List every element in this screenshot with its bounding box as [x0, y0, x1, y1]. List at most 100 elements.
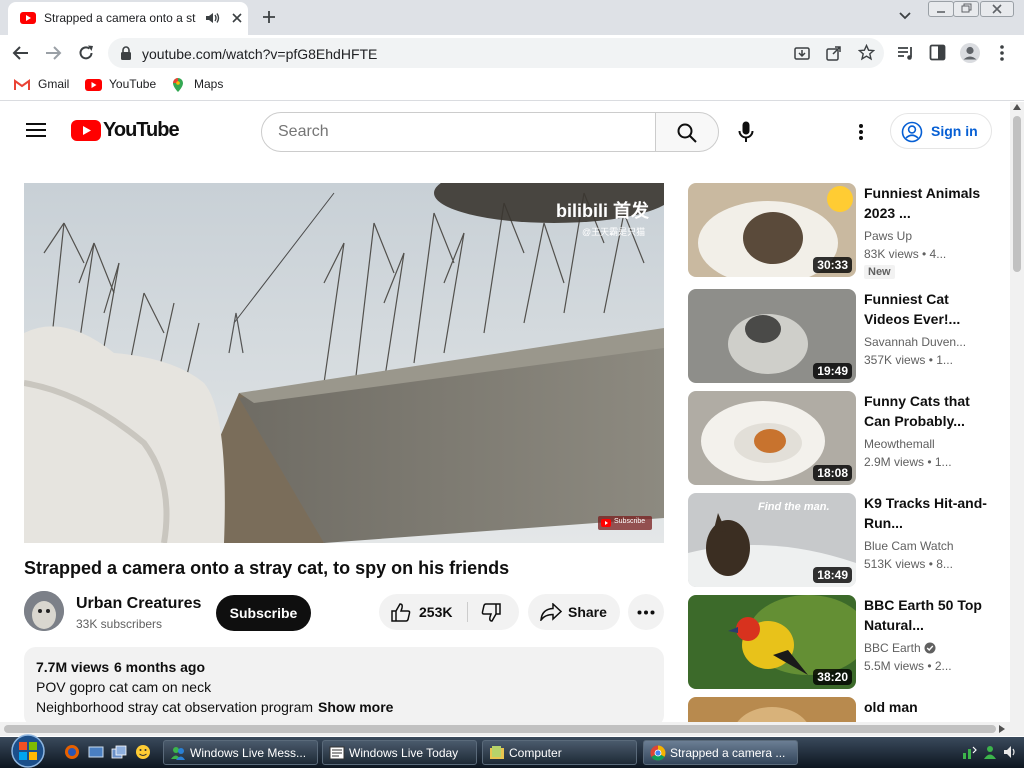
vertical-scroll-thumb[interactable]	[1013, 116, 1021, 272]
switch-windows-icon[interactable]	[111, 744, 127, 760]
recommendation-item[interactable]: 19:49 Funniest Cat Videos Ever!... Savan…	[688, 289, 1008, 383]
messenger-emoticon-icon[interactable]	[135, 744, 151, 760]
duration-badge: 18:49	[813, 567, 852, 583]
lock-icon[interactable]	[120, 46, 132, 60]
audio-playing-icon[interactable]	[206, 12, 220, 24]
close-window-button[interactable]	[980, 1, 1014, 17]
bookmark-youtube[interactable]: YouTube	[109, 77, 156, 91]
profile-avatar-icon[interactable]	[959, 42, 981, 64]
back-arrow-icon[interactable]	[12, 44, 30, 62]
recommendation-item[interactable]: old man	[688, 697, 1008, 722]
install-app-icon[interactable]	[794, 45, 810, 61]
hamburger-menu-icon[interactable]	[26, 122, 46, 138]
recommendation-item[interactable]: Find the man. 18:49 K9 Tracks Hit-and-Ru…	[688, 493, 1008, 587]
new-tab-icon[interactable]	[261, 9, 277, 25]
search-box[interactable]	[261, 112, 656, 152]
vertical-scrollbar[interactable]	[1010, 102, 1024, 736]
youtube-logo-icon	[71, 120, 101, 141]
recommendation-title[interactable]: K9 Tracks Hit-and-Run...	[864, 493, 994, 533]
scroll-up-arrow-icon[interactable]	[1013, 104, 1021, 112]
more-actions-button[interactable]	[628, 594, 664, 630]
recommendation-channel[interactable]: Savannah Duven...	[864, 335, 1004, 349]
like-count: 253K	[419, 604, 453, 620]
taskbar-label: Windows Live Mess...	[190, 746, 307, 760]
subscribe-button[interactable]: Subscribe	[216, 595, 311, 631]
recommendation-thumbnail[interactable]: 30:33	[688, 183, 856, 277]
duration-badge: 18:08	[813, 465, 852, 481]
chrome-menu-icon[interactable]	[999, 44, 1005, 62]
channel-avatar[interactable]	[24, 591, 64, 631]
restore-window-button[interactable]	[953, 1, 979, 17]
recommendation-item[interactable]: 38:20 BBC Earth 50 Top Natural... BBC Ea…	[688, 595, 1008, 689]
address-bar[interactable]: youtube.com/watch?v=pfG8EhdHFTE	[108, 38, 884, 68]
volume-tray-icon[interactable]	[1002, 744, 1018, 760]
recommendation-thumbnail[interactable]: 18:08	[688, 391, 856, 485]
firefox-icon[interactable]	[64, 744, 80, 760]
sign-in-button[interactable]: Sign in	[890, 113, 992, 149]
show-more-link[interactable]: Show more	[318, 699, 393, 715]
recommendation-title[interactable]: Funny Cats that Can Probably...	[864, 391, 994, 431]
dislike-button[interactable]	[469, 594, 519, 630]
tab-close-icon[interactable]	[230, 11, 244, 25]
taskbar-item-messenger[interactable]: Windows Live Mess...	[163, 740, 318, 765]
horizontal-scroll-thumb[interactable]	[4, 725, 996, 733]
recommendation-thumbnail[interactable]: 19:49	[688, 289, 856, 383]
minimize-window-button[interactable]	[928, 1, 954, 17]
recommendation-thumbnail[interactable]	[688, 697, 856, 722]
recommendation-channel[interactable]: BBC Earth	[864, 641, 921, 655]
search-button[interactable]	[655, 112, 719, 152]
recommendation-title[interactable]: BBC Earth 50 Top Natural...	[864, 595, 994, 635]
reload-icon[interactable]	[77, 44, 95, 62]
player-subscribe-badge[interactable]: Subscribe	[598, 516, 652, 530]
like-button[interactable]: 253K	[379, 594, 467, 630]
taskbar-label: Computer	[509, 746, 562, 760]
messenger-tray-icon[interactable]	[982, 744, 998, 760]
bookmark-star-icon[interactable]	[858, 44, 875, 61]
youtube-logo[interactable]: YouTube	[71, 119, 180, 144]
computer-folder-icon	[490, 746, 504, 759]
channel-name[interactable]: Urban Creatures	[76, 595, 201, 613]
browser-tab[interactable]: Strapped a camera onto a stray cat, to s…	[8, 2, 248, 35]
media-controls-icon[interactable]	[897, 45, 915, 61]
recommendation-thumbnail[interactable]: 38:20	[688, 595, 856, 689]
account-circle-icon	[901, 121, 923, 143]
forward-arrow-icon[interactable]	[44, 44, 62, 62]
search-input[interactable]	[278, 123, 638, 141]
start-button[interactable]	[6, 733, 50, 769]
horizontal-scrollbar[interactable]	[0, 722, 1010, 736]
recommendation-item[interactable]: 30:33 Funniest Animals 2023 ... Paws Up …	[688, 183, 1008, 279]
recommendation-channel[interactable]: Blue Cam Watch	[864, 539, 1004, 553]
settings-more-icon[interactable]	[858, 123, 864, 141]
recommendation-title[interactable]: old man	[864, 697, 994, 717]
recommendation-item[interactable]: 18:08 Funny Cats that Can Probably... Me…	[688, 391, 1008, 485]
bookmark-gmail[interactable]: Gmail	[38, 77, 69, 91]
more-horizontal-icon	[637, 610, 655, 615]
side-panel-icon[interactable]	[929, 44, 946, 61]
share-page-icon[interactable]	[826, 45, 842, 61]
network-tray-icon[interactable]	[962, 744, 978, 760]
description-box[interactable]: 7.7M views 6 months ago POV gopro cat ca…	[24, 647, 664, 727]
scroll-right-arrow-icon[interactable]	[999, 725, 1005, 733]
video-player[interactable]: bilibili 首发 @王天霸是只猫 Subscribe	[24, 183, 664, 543]
channel-avatar-icon	[24, 591, 64, 631]
taskbar-item-live-today[interactable]: Windows Live Today	[322, 740, 477, 765]
new-badge: New	[864, 265, 895, 279]
recommendation-title[interactable]: Funniest Animals 2023 ...	[864, 183, 994, 223]
voice-search-mic-icon[interactable]	[738, 121, 754, 143]
taskbar-item-chrome[interactable]: Strapped a camera ...	[643, 740, 798, 765]
bookmark-maps[interactable]: Maps	[194, 77, 223, 91]
tab-search-chevron-icon[interactable]	[898, 11, 912, 21]
maps-pin-icon[interactable]	[170, 77, 186, 93]
taskbar-item-computer[interactable]: Computer	[482, 740, 637, 765]
share-button[interactable]: Share	[528, 594, 620, 630]
youtube-bookmark-icon[interactable]	[85, 79, 102, 91]
recommendation-thumbnail[interactable]: Find the man. 18:49	[688, 493, 856, 587]
recommendation-channel[interactable]: Paws Up	[864, 229, 1004, 243]
taskbar-label: Windows Live Today	[349, 746, 459, 760]
sign-in-label: Sign in	[931, 123, 978, 139]
show-desktop-icon[interactable]	[88, 744, 104, 760]
gmail-icon[interactable]	[14, 79, 30, 91]
recommendation-channel[interactable]: Meowthemall	[864, 437, 1004, 451]
recommendation-title[interactable]: Funniest Cat Videos Ever!...	[864, 289, 994, 329]
url-text[interactable]: youtube.com/watch?v=pfG8EhdHFTE	[142, 46, 377, 62]
